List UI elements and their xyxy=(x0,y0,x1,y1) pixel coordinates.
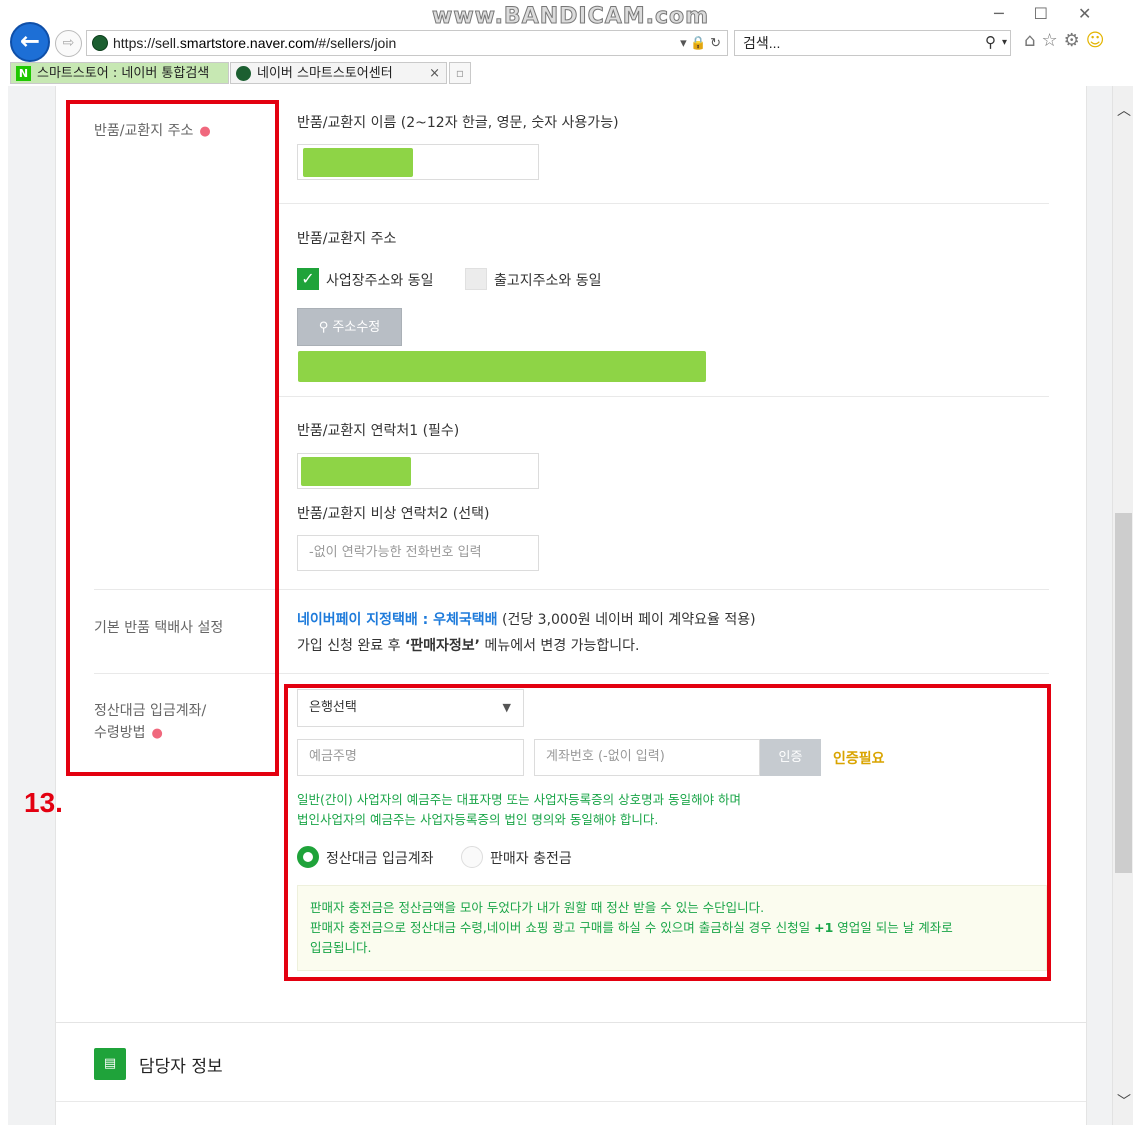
address-bar[interactable]: https://sell.smartstore.naver.com/#/sell… xyxy=(86,30,728,56)
naverpay-courier-name: 네이버페이 지정택배 : 우체국택배 xyxy=(297,612,498,628)
home-icon[interactable]: ⌂ xyxy=(1024,30,1041,51)
scroll-up-icon[interactable]: ︿ xyxy=(1117,100,1131,120)
forward-button[interactable]: ⇨ xyxy=(55,30,82,57)
return-address-sub-label: 반품/교환지 주소 xyxy=(297,231,397,247)
smartstore-favicon-icon xyxy=(236,66,251,81)
scrollbar-thumb[interactable] xyxy=(1115,513,1132,873)
same-as-business-label: 사업장주소와 동일 xyxy=(326,273,434,289)
tab-naver-search[interactable]: N 스마트스토어 : 네이버 통합검색 xyxy=(10,62,229,84)
tab-label: 스마트스토어 : 네이버 통합검색 xyxy=(37,66,210,81)
notice-bold: ‘판매자정보’ xyxy=(404,638,481,654)
browser-toolbar-icons: ⌂☆⚙☺ xyxy=(1024,30,1110,51)
tab-label: 네이버 스마트스토어센터 xyxy=(257,66,393,81)
notice-suffix: 메뉴에서 변경 가능합니다. xyxy=(480,638,640,654)
star-icon[interactable]: ☆ xyxy=(1041,30,1063,51)
address-redaction-mask xyxy=(298,351,706,382)
url-path: /#/sellers/join xyxy=(314,35,397,51)
naver-n-icon: N xyxy=(16,66,31,81)
redaction-mask xyxy=(303,148,413,177)
contact-card-icon: ▤ xyxy=(94,1048,126,1080)
return-name-label: 반품/교환지 이름 (2~12자 한글, 영문, 숫자 사용가능) xyxy=(297,115,619,131)
new-tab-icon: ▫ xyxy=(455,66,465,80)
maximize-icon[interactable]: ☐ xyxy=(1034,4,1078,23)
search-input[interactable]: 검색... ⚲ ▾ xyxy=(734,30,1011,56)
tab-smartstore-center[interactable]: 네이버 스마트스토어센터 × xyxy=(230,62,447,84)
site-favicon-icon xyxy=(92,35,108,51)
contact2-label: 반품/교환지 비상 연락처2 (선택) xyxy=(297,506,490,522)
forward-arrow-icon: ⇨ xyxy=(62,35,75,51)
back-button[interactable]: ← xyxy=(10,22,50,62)
same-as-shipping-label: 출고지주소와 동일 xyxy=(494,273,602,289)
redaction-mask xyxy=(301,457,411,486)
tab-close-icon[interactable]: × xyxy=(429,63,440,85)
naverpay-rate: (건당 3,000원 네이버 페이 계약요율 적용) xyxy=(497,612,756,628)
annotation-step-number: 13. xyxy=(24,787,63,818)
annotation-box-settlement xyxy=(284,684,1051,981)
address-tools[interactable]: ▾ 🔒 ↻ xyxy=(680,31,721,55)
url-domain: smartstore.naver.com xyxy=(179,35,315,51)
contact-section-title: 담당자 정보 xyxy=(139,1057,223,1077)
annotation-box-labels xyxy=(66,100,279,776)
browser-tabs: N 스마트스토어 : 네이버 통합검색 네이버 스마트스토어센터 × ▫ xyxy=(0,62,1133,86)
minimize-icon[interactable]: ─ xyxy=(994,4,1034,23)
back-arrow-icon: ← xyxy=(19,27,41,55)
bandicam-watermark: www.BANDICAM.com xyxy=(431,4,710,30)
edit-address-button[interactable]: ⚲ 주소수정 xyxy=(297,308,402,346)
gear-icon[interactable]: ⚙ xyxy=(1064,30,1086,51)
divider xyxy=(56,1101,1086,1102)
search-placeholder: 검색... xyxy=(743,35,781,51)
same-as-shipping-checkbox[interactable] xyxy=(465,268,487,290)
smiley-icon[interactable]: ☺ xyxy=(1086,30,1111,51)
notice-prefix: 가입 신청 완료 후 xyxy=(297,638,405,654)
divider xyxy=(278,396,1049,397)
contact2-input[interactable]: -없이 연락가능한 전화번호 입력 xyxy=(297,535,539,571)
contact1-input[interactable] xyxy=(297,453,539,489)
change-notice: 가입 신청 완료 후 ‘판매자정보’ 메뉴에서 변경 가능합니다. xyxy=(297,635,640,655)
url-prefix: https://sell. xyxy=(113,35,180,51)
search-icon[interactable]: ⚲ xyxy=(985,31,996,55)
contact1-label: 반품/교환지 연락처1 (필수) xyxy=(297,423,460,439)
browser-titlebar: www.BANDICAM.com ─☐✕ ← ⇨ https://sell.sm… xyxy=(0,0,1133,62)
vertical-scrollbar[interactable]: ︿ ﹀ xyxy=(1112,86,1133,1125)
naverpay-courier-info: 네이버페이 지정택배 : 우체국택배 (건당 3,000원 네이버 페이 계약요… xyxy=(297,609,756,629)
close-icon[interactable]: ✕ xyxy=(1078,4,1121,23)
chevron-down-icon[interactable]: ▾ xyxy=(1002,31,1007,55)
button-label: 주소수정 xyxy=(332,320,381,335)
same-as-business-checkbox[interactable]: ✓ xyxy=(297,268,319,290)
search-icon: ⚲ xyxy=(318,320,333,335)
new-tab-button[interactable]: ▫ xyxy=(449,62,471,84)
window-controls: ─☐✕ xyxy=(994,4,1121,23)
scroll-down-icon[interactable]: ﹀ xyxy=(1117,1091,1131,1111)
divider xyxy=(278,203,1049,204)
return-name-input[interactable] xyxy=(297,144,539,180)
